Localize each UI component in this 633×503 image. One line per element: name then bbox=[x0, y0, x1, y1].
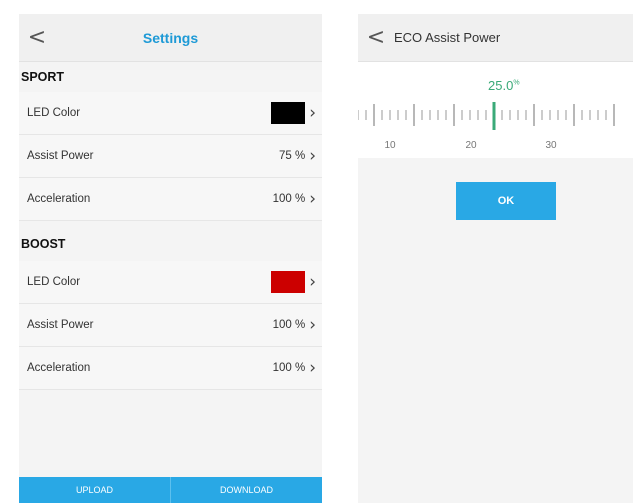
ruler-label: 20 bbox=[465, 140, 477, 151]
chevron-right-icon: › bbox=[309, 103, 316, 123]
eco-assist-screen: < ECO Assist Power 25.0% 10 20 30 OK bbox=[358, 14, 633, 503]
row-value: 75 % bbox=[278, 150, 306, 162]
boost-assist-power-row[interactable]: Assist Power 100 % › bbox=[19, 304, 322, 347]
settings-header: < Settings bbox=[19, 14, 322, 62]
chevron-right-icon: › bbox=[309, 315, 316, 335]
back-icon[interactable]: < bbox=[19, 14, 55, 61]
color-swatch bbox=[271, 102, 306, 124]
page-title: ECO Assist Power bbox=[394, 30, 501, 45]
ruler-label: 30 bbox=[545, 140, 557, 151]
eco-header: < ECO Assist Power bbox=[358, 14, 633, 62]
row-value: 100 % bbox=[272, 319, 306, 331]
value-ruler-card: 25.0% 10 20 30 bbox=[358, 62, 633, 158]
ruler-indicator[interactable] bbox=[492, 102, 496, 130]
unit-mark: % bbox=[513, 79, 520, 87]
bottom-action-bar: UPLOAD DOWNLOAD bbox=[19, 477, 322, 503]
row-label: Assist Power bbox=[27, 150, 94, 162]
download-button[interactable]: DOWNLOAD bbox=[170, 477, 322, 503]
boost-acceleration-row[interactable]: Acceleration 100 % › bbox=[19, 347, 322, 390]
ruler-label: 10 bbox=[384, 140, 396, 151]
section-heading-boost: BOOST bbox=[21, 237, 66, 251]
chevron-right-icon: › bbox=[309, 358, 316, 378]
row-value: 100 % bbox=[272, 193, 306, 205]
row-label: LED Color bbox=[27, 107, 81, 119]
sport-led-color-row[interactable]: LED Color › bbox=[19, 92, 322, 135]
row-label: Acceleration bbox=[27, 362, 91, 374]
row-label: Assist Power bbox=[27, 319, 94, 331]
ruler-slider[interactable] bbox=[358, 102, 633, 132]
row-value: 100 % bbox=[272, 362, 306, 374]
sport-assist-power-row[interactable]: Assist Power 75 % › bbox=[19, 135, 322, 178]
sport-acceleration-row[interactable]: Acceleration 100 % › bbox=[19, 178, 322, 221]
boost-led-color-row[interactable]: LED Color › bbox=[19, 261, 322, 304]
chevron-right-icon: › bbox=[309, 146, 316, 166]
upload-button[interactable]: UPLOAD bbox=[19, 477, 170, 503]
section-heading-sport: SPORT bbox=[21, 70, 65, 84]
chevron-right-icon: › bbox=[309, 189, 316, 209]
row-label: LED Color bbox=[27, 276, 81, 288]
back-icon[interactable]: < bbox=[358, 14, 394, 61]
color-swatch bbox=[271, 271, 306, 293]
row-label: Acceleration bbox=[27, 193, 91, 205]
value-number: 25.0 bbox=[488, 78, 514, 93]
settings-screen: < Settings SPORT LED Color › Assist Powe… bbox=[19, 14, 322, 503]
current-value: 25.0% bbox=[488, 78, 520, 93]
page-title: Settings bbox=[142, 29, 199, 46]
chevron-right-icon: › bbox=[309, 272, 316, 292]
ok-button[interactable]: OK bbox=[456, 182, 556, 220]
